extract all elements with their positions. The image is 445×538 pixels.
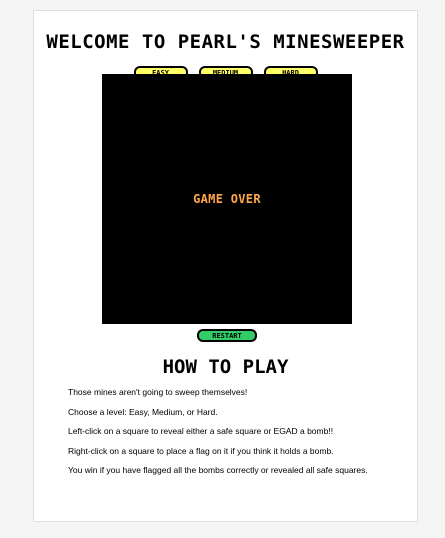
how-to-play-heading: How to Play bbox=[162, 356, 289, 378]
instruction-item: Those mines aren't going to sweep themse… bbox=[68, 387, 248, 397]
instructions-list: Those mines aren't going to sweep themse… bbox=[68, 386, 408, 484]
game-board[interactable]: Game Over bbox=[102, 74, 352, 324]
page-title: Welcome to Pearl's Minesweeper bbox=[46, 31, 405, 53]
instruction-item: Right-click on a square to place a flag … bbox=[68, 445, 334, 456]
restart-button[interactable]: Restart bbox=[197, 329, 257, 342]
instruction-item: You win if you have flagged all the bomb… bbox=[68, 465, 368, 475]
game-card: Welcome to Pearl's Minesweeper Easy Medi… bbox=[33, 10, 418, 522]
game-over-message: Game Over bbox=[193, 192, 261, 206]
instruction-item: Left-click on a square to reveal either … bbox=[68, 426, 334, 436]
instruction-item: Choose a level: Easy, Medium, or Hard. bbox=[68, 406, 218, 417]
